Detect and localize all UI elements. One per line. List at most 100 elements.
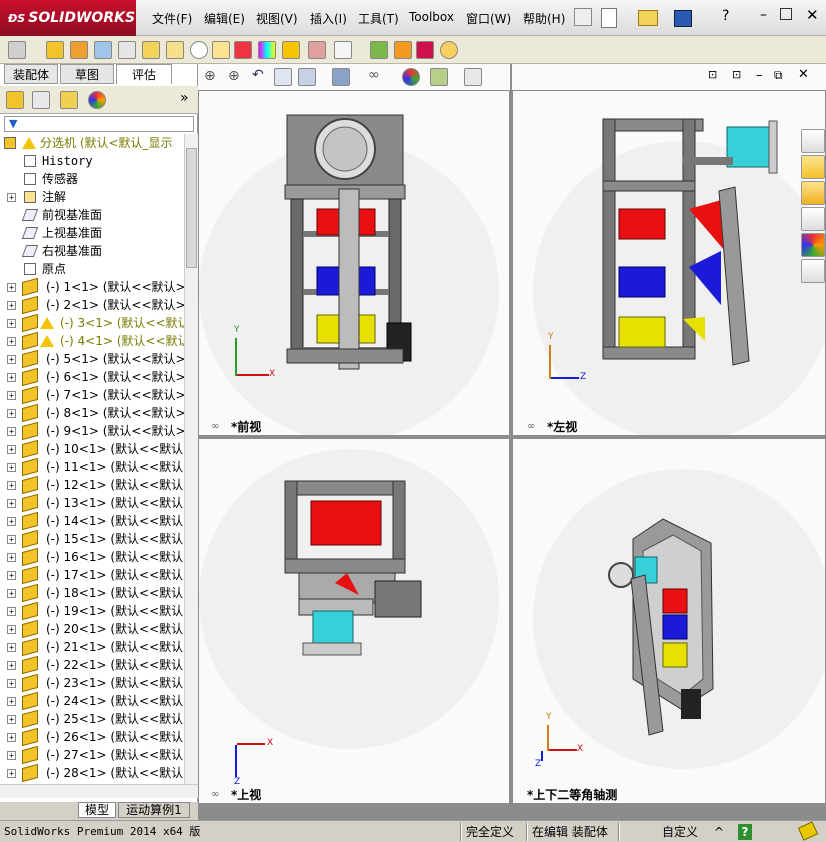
tree-part-3[interactable]: + (-) 3<1> (默认<<默认 (0, 314, 184, 332)
zoom-area-icon[interactable]: ⊕ (228, 68, 240, 84)
previous-view-icon[interactable]: ↶ (252, 67, 264, 83)
tree-part-8[interactable]: + (-) 8<1> (默认<<默认>_显 (0, 404, 184, 422)
tree-part-16[interactable]: + (-) 16<1> (默认<<默认>_ (0, 548, 184, 566)
menu-file[interactable]: 文件(F) (152, 10, 192, 27)
tree-item-原点[interactable]: 原点 (0, 260, 184, 278)
clearance-icon[interactable] (370, 41, 388, 59)
tree-item-前视基准面[interactable]: 前视基准面 (0, 206, 184, 224)
mass-properties-icon[interactable] (440, 41, 458, 59)
interference-icon[interactable] (334, 41, 352, 59)
expand-icon[interactable]: + (7, 499, 16, 508)
status-help-icon[interactable]: ? (738, 824, 752, 840)
expand-icon[interactable]: + (7, 517, 16, 526)
solidworks-logo[interactable]: ƉS SOLIDWORKS (0, 0, 136, 36)
file-explorer-icon[interactable] (801, 181, 825, 205)
assembly-features-icon[interactable] (190, 41, 208, 59)
expand-icon[interactable]: + (7, 409, 16, 418)
expand-icon[interactable]: + (7, 445, 16, 454)
tab-sketch[interactable]: 草图 (60, 64, 114, 84)
design-library-icon[interactable] (801, 155, 825, 179)
expand-icon[interactable]: + (7, 571, 16, 580)
expand-icon[interactable]: + (7, 553, 16, 562)
pin-icon[interactable] (574, 8, 592, 26)
expand-icon[interactable]: + (7, 301, 16, 310)
expand-icon[interactable]: + (7, 679, 16, 688)
expand-icon[interactable]: + (7, 769, 16, 778)
tree-scrollbar[interactable] (184, 134, 198, 784)
expand-icon[interactable]: + (7, 589, 16, 598)
linear-pattern-icon[interactable] (94, 41, 112, 59)
tree-part-18[interactable]: + (-) 18<1> (默认<<默认>_ (0, 584, 184, 602)
menu-help[interactable]: 帮助(H) (523, 10, 565, 27)
save-icon[interactable] (674, 10, 692, 27)
minimize-icon[interactable]: – (760, 7, 767, 23)
rebuild-tag-icon[interactable] (797, 821, 819, 841)
tree-item-传感器[interactable]: 传感器 (0, 170, 184, 188)
close-icon[interactable]: ✕ (806, 6, 819, 24)
expand-icon[interactable]: + (7, 625, 16, 634)
tree-part-4[interactable]: + (-) 4<1> (默认<<默认 (0, 332, 184, 350)
measure-icon[interactable] (416, 41, 434, 59)
vp-restore-icon[interactable]: ⧉ (774, 68, 783, 83)
tree-part-20[interactable]: + (-) 20<1> (默认<<默认>_ (0, 620, 184, 638)
tab-assembly[interactable]: 装配体 (4, 64, 58, 84)
tab-motion-study[interactable]: 运动算例1 (118, 802, 190, 818)
tree-part-13[interactable]: + (-) 13<1> (默认<<默认>_ (0, 494, 184, 512)
tree-part-17[interactable]: + (-) 17<1> (默认<<默认>_ (0, 566, 184, 584)
expand-icon[interactable]: + (7, 751, 16, 760)
tree-filter[interactable]: ▼ (4, 116, 194, 132)
selection-filter-icon[interactable] (8, 41, 26, 59)
vp-close-icon[interactable]: ✕ (798, 67, 809, 82)
propertymanager-icon[interactable] (32, 91, 50, 109)
expand-icon[interactable]: + (7, 661, 16, 670)
menu-tools[interactable]: 工具(T) (358, 10, 399, 27)
instant3d-icon[interactable] (308, 41, 326, 59)
exploded-view-icon[interactable] (282, 41, 300, 59)
appearances-icon[interactable] (801, 233, 825, 257)
scrollbar-thumb[interactable] (186, 148, 197, 268)
viewport-menu-icon[interactable]: ⊡ (708, 68, 717, 81)
tree-part-9[interactable]: + (-) 9<1> (默认<<默认>_显 (0, 422, 184, 440)
menu-insert[interactable]: 插入(I) (310, 10, 347, 27)
tree-part-28[interactable]: + (-) 28<1> (默认<<默认>_ (0, 764, 184, 782)
expand-icon[interactable]: + (7, 427, 16, 436)
viewport-left[interactable]: Y Z ∞ *左视 (512, 90, 826, 436)
tree-part-27[interactable]: + (-) 27<1> (默认<<默认>_ (0, 746, 184, 764)
view-orientation-icon[interactable] (298, 68, 316, 86)
open-folder-icon[interactable] (638, 10, 658, 26)
new-document-icon[interactable] (601, 8, 617, 28)
restore-icon[interactable] (780, 8, 792, 20)
expand-icon[interactable]: + (7, 481, 16, 490)
new-motion-study-icon[interactable] (234, 41, 252, 59)
view-palette-icon[interactable] (801, 207, 825, 231)
expand-icon[interactable]: + (7, 733, 16, 742)
tree-part-26[interactable]: + (-) 26<1> (默认<<默认>_ (0, 728, 184, 746)
zoom-to-fit-icon[interactable]: ⊕ (204, 68, 216, 84)
edit-appearance-icon[interactable] (402, 68, 420, 86)
displaymanager-icon[interactable] (88, 91, 106, 109)
resources-icon[interactable] (801, 129, 825, 153)
tree-part-12[interactable]: + (-) 12<1> (默认<<默认>_ (0, 476, 184, 494)
expand-icon[interactable]: + (7, 463, 16, 472)
menu-toolbox[interactable]: Toolbox (409, 10, 454, 24)
tree-part-7[interactable]: + (-) 7<1> (默认<<默认>_显 (0, 386, 184, 404)
tree-part-23[interactable]: + (-) 23<1> (默认<<默认>_ (0, 674, 184, 692)
tree-part-22[interactable]: + (-) 22<1> (默认<<默认>_ (0, 656, 184, 674)
menu-edit[interactable]: 编辑(E) (204, 10, 245, 27)
vp-minimize-icon[interactable]: – (756, 68, 763, 83)
expand-icon[interactable]: + (7, 319, 16, 328)
tree-part-21[interactable]: + (-) 21<1> (默认<<默认>_ (0, 638, 184, 656)
tree-part-11[interactable]: + (-) 11<1> (默认<<默认>_ (0, 458, 184, 476)
featuremanager-icon[interactable] (6, 91, 24, 109)
tree-item-注解[interactable]: + 注解 (0, 188, 184, 206)
horizontal-scrollbar[interactable] (0, 784, 198, 798)
expand-icon[interactable]: + (7, 193, 16, 202)
tab-model[interactable]: 模型 (78, 802, 116, 818)
expand-panel-icon[interactable]: » (180, 90, 189, 106)
section-view-icon[interactable] (274, 68, 292, 86)
expand-icon[interactable]: + (7, 355, 16, 364)
expand-icon[interactable]: + (7, 643, 16, 652)
expand-icon[interactable]: + (7, 283, 16, 292)
tree-part-14[interactable]: + (-) 14<1> (默认<<默认>_ (0, 512, 184, 530)
tree-part-25[interactable]: + (-) 25<1> (默认<<默认>_ (0, 710, 184, 728)
